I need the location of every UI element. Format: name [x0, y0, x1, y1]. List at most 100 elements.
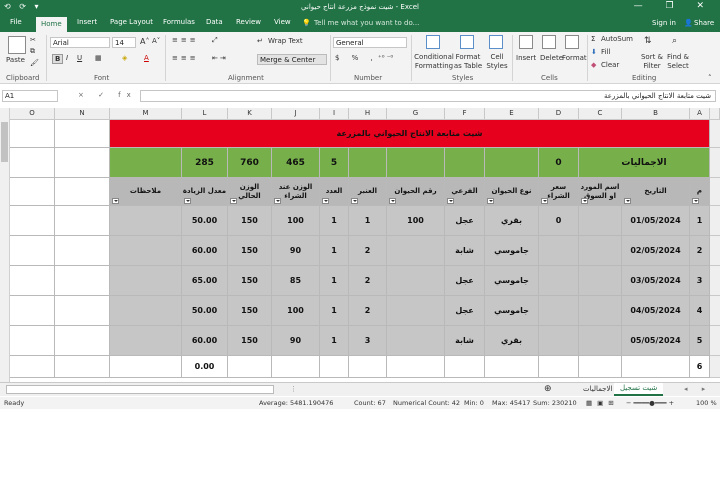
filter-dropdown-icon[interactable] [581, 198, 588, 204]
empty-cell[interactable] [10, 326, 55, 356]
conditional-formatting-icon[interactable] [426, 35, 440, 49]
sheet-banner-title[interactable]: شيت متابعة الانتاج الحيواني بالمزرعة [110, 120, 710, 148]
tab-data[interactable]: Data [206, 18, 223, 26]
header-e[interactable]: نوع الحيوان [485, 178, 539, 206]
column-header-d[interactable]: D [539, 108, 579, 120]
rate-cell[interactable]: 50.00 [182, 206, 228, 236]
ward-cell[interactable]: 1 [349, 206, 387, 236]
empty-cell[interactable] [10, 148, 55, 178]
insert-cells-button[interactable]: Insert [516, 54, 536, 62]
number-format-icons[interactable]: $ % , [335, 54, 378, 62]
header-b[interactable]: التاريخ [622, 178, 690, 206]
clear-button[interactable]: Clear [601, 61, 619, 69]
new-sheet-button[interactable]: ⊕ [544, 384, 552, 394]
count-cell[interactable]: 1 [320, 326, 349, 356]
header-f[interactable]: الفرعي [445, 178, 485, 206]
paste-button[interactable]: Paste [6, 56, 25, 64]
rate-cell[interactable]: 60.00 [182, 326, 228, 356]
filter-dropdown-icon[interactable] [274, 198, 281, 204]
purchase-weight-cell[interactable]: 90 [272, 326, 320, 356]
tab-view[interactable]: View [274, 18, 291, 26]
filter-dropdown-icon[interactable] [112, 198, 119, 204]
font-size-select[interactable]: 14 [112, 37, 136, 48]
column-header-f[interactable]: F [445, 108, 485, 120]
header-c[interactable]: اسم المورد او السوق [579, 178, 622, 206]
supplier-cell[interactable] [579, 296, 622, 326]
header-i[interactable]: العدد [320, 178, 349, 206]
font-shrink-icon[interactable]: A˅ [152, 37, 160, 45]
rate-cell[interactable]: 0.00 [182, 356, 228, 378]
rate-cell[interactable]: 65.00 [182, 266, 228, 296]
empty-cell[interactable] [55, 120, 110, 148]
date-cell[interactable]: 02/05/2024 [622, 236, 690, 266]
current-weight-cell[interactable]: 150 [228, 266, 272, 296]
subtype-cell[interactable]: عجل [445, 206, 485, 236]
window-controls[interactable]: — ❐ ✕ [634, 1, 714, 11]
date-cell[interactable]: 03/05/2024 [622, 266, 690, 296]
indent-icons[interactable]: ⇤⇥ [212, 54, 228, 62]
filter-dropdown-icon[interactable] [184, 198, 191, 204]
header-l[interactable]: معدل الزيادة [182, 178, 228, 206]
font-grow-icon[interactable]: A˄ [140, 37, 149, 46]
collapse-ribbon-icon[interactable]: ˄ [708, 74, 712, 82]
animal-number-cell[interactable] [387, 326, 445, 356]
row-number-cell[interactable]: 5 [690, 326, 710, 356]
empty-cell[interactable] [10, 206, 55, 236]
column-header-n[interactable]: N [55, 108, 110, 120]
sign-in-link[interactable]: Sign in [652, 19, 676, 27]
fill-button[interactable]: Fill [601, 48, 610, 56]
ward-cell[interactable]: 2 [349, 296, 387, 326]
row-number-cell[interactable]: 2 [690, 236, 710, 266]
row-number-cell[interactable]: 4 [690, 296, 710, 326]
column-header-b[interactable]: B [622, 108, 690, 120]
copy-icon[interactable]: ⧉ [30, 47, 35, 56]
filter-dropdown-icon[interactable] [487, 198, 494, 204]
borders-icon[interactable]: ▦ [95, 54, 102, 62]
row-number-cell[interactable]: 1 [690, 206, 710, 236]
zoom-slider[interactable]: − ━━━━●━━━ + [626, 399, 674, 407]
empty-cell[interactable] [387, 356, 445, 378]
tab-insert[interactable]: Insert [77, 18, 97, 26]
share-button[interactable]: Share [694, 19, 714, 27]
empty-cell[interactable] [320, 356, 349, 378]
format-painter-icon[interactable]: 🖌 [30, 59, 39, 67]
date-cell[interactable]: 04/05/2024 [622, 296, 690, 326]
count-cell[interactable]: 1 [320, 266, 349, 296]
delete-cells-button[interactable]: Delete [540, 54, 563, 62]
notes-cell[interactable] [110, 296, 182, 326]
conditional-formatting-button[interactable]: Conditional Formatting [414, 53, 454, 71]
format-cells-icon[interactable] [565, 35, 579, 49]
animal-type-cell[interactable]: جاموسي [485, 266, 539, 296]
cell-styles-button[interactable]: Cell Styles [485, 53, 509, 71]
tab-file[interactable]: File [10, 18, 22, 26]
empty-cell[interactable] [228, 356, 272, 378]
empty-cell[interactable] [539, 356, 579, 378]
total-d[interactable]: 0 [539, 148, 579, 178]
column-header-e[interactable]: E [485, 108, 539, 120]
cut-icon[interactable]: ✂ [30, 36, 36, 44]
find-select-button[interactable]: Find & Select [666, 53, 690, 71]
current-weight-cell[interactable]: 150 [228, 206, 272, 236]
notes-cell[interactable] [110, 236, 182, 266]
empty-cell[interactable] [55, 326, 110, 356]
autosum-button[interactable]: AutoSum [601, 35, 633, 43]
total-j[interactable]: 465 [272, 148, 320, 178]
price-cell[interactable]: 0 [539, 206, 579, 236]
column-header-k[interactable]: K [228, 108, 272, 120]
column-header-g[interactable]: G [387, 108, 445, 120]
vertical-scrollbar[interactable] [0, 108, 10, 382]
row-number-cell[interactable]: 6 [690, 356, 710, 378]
row-number-cell[interactable]: 3 [690, 266, 710, 296]
empty-cell[interactable] [110, 356, 182, 378]
empty-cell[interactable] [10, 296, 55, 326]
rate-cell[interactable]: 50.00 [182, 296, 228, 326]
merge-center-button[interactable]: Merge & Center [257, 54, 327, 65]
filter-dropdown-icon[interactable] [351, 198, 358, 204]
price-cell[interactable] [539, 296, 579, 326]
paste-icon[interactable] [8, 36, 26, 54]
sheet-tab-register[interactable]: شيت تسجيل [614, 383, 664, 396]
animal-type-cell[interactable]: بقري [485, 206, 539, 236]
empty-cell[interactable] [10, 178, 55, 206]
empty-cell[interactable] [55, 148, 110, 178]
subtype-cell[interactable]: شابة [445, 326, 485, 356]
